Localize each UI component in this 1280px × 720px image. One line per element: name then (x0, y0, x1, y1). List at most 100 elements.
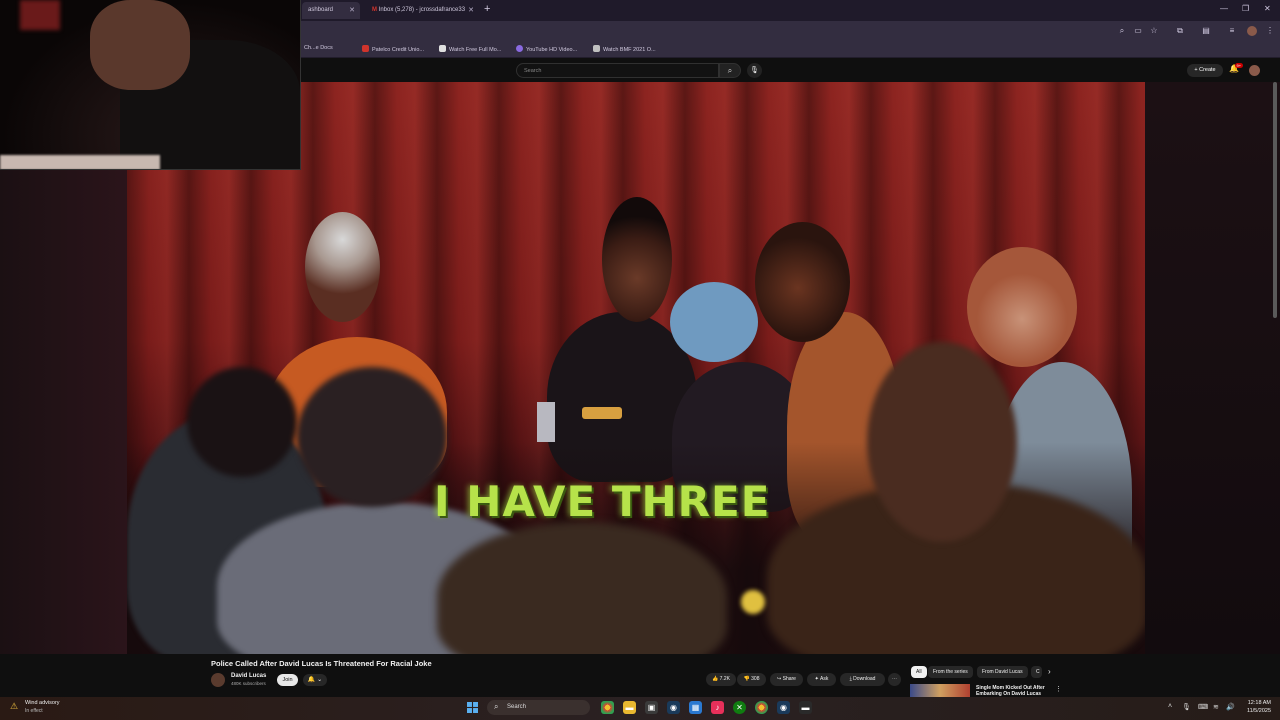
chevron-down-icon: ⌄ (317, 677, 323, 683)
like-button[interactable]: 👍 7.2K (706, 673, 736, 686)
recommendation-thumbnail[interactable] (910, 684, 970, 697)
video-caption-text: I HAVE THREE (434, 477, 771, 526)
new-tab-button[interactable]: + (484, 3, 490, 15)
video-light-bokeh (741, 590, 765, 614)
recommendation-menu-icon[interactable]: ⋮ (1055, 685, 1062, 693)
menu-kebab-icon[interactable]: ⋮ (1265, 26, 1275, 36)
app-icon[interactable]: ▬ (799, 701, 812, 714)
subscribe-bell-button[interactable]: 🔔 ⌄ (303, 674, 327, 686)
bank-icon (362, 45, 369, 52)
file-explorer-icon[interactable]: ▬ (623, 701, 636, 714)
channel-name[interactable]: David Lucas (231, 673, 266, 679)
scrollbar[interactable] (1273, 82, 1277, 318)
weather-warning-icon[interactable]: ⚠ (10, 701, 18, 712)
wifi-icon[interactable]: ≋ (1213, 703, 1219, 711)
webcam-shirt-print (205, 80, 255, 120)
like-count: 7.2K (719, 676, 730, 682)
webcam-overlay (0, 0, 301, 170)
browser-tab-dashboard[interactable]: ashboard ✕ (302, 2, 360, 19)
bookmark-item[interactable]: Watch Free Full Mo... (439, 45, 501, 53)
browser-tab-inbox[interactable]: M Inbox (5,278) - jcrossdafrance33 ✕ (366, 2, 479, 19)
dislike-count: 308 (751, 676, 760, 682)
microphone-icon[interactable]: 🎙 (747, 63, 762, 78)
microphone-icon[interactable]: 🎙 (1182, 703, 1191, 711)
photos-icon[interactable]: ▦ (689, 701, 702, 714)
xbox-icon[interactable]: ✕ (733, 701, 746, 714)
video-can (537, 402, 555, 442)
bookmark-label: Watch Free Full Mo... (449, 47, 502, 53)
sidebar-panel (1145, 82, 1280, 654)
share-button[interactable]: ↪ Share (770, 673, 803, 686)
dislike-button[interactable]: 👎 308 (737, 673, 766, 686)
recommendation-title[interactable]: Single Mom Kicked Out After Embarking On… (976, 685, 1054, 697)
bookmark-label: Ch...e Docs (304, 45, 333, 51)
bookmark-label: YouTube HD Video... (526, 47, 578, 53)
search-icon: ⌕ (494, 702, 499, 711)
maximize-button[interactable]: ❐ (1242, 4, 1249, 13)
create-label: Create (1199, 67, 1216, 73)
bookmark-item[interactable]: Watch BMF 2021 O... (593, 45, 656, 53)
chevron-up-icon[interactable]: ˄ (1168, 703, 1172, 710)
weather-title[interactable]: Wind advisory (25, 700, 60, 706)
thumbs-up-icon: 👍 (712, 676, 719, 682)
media-icon[interactable]: ≡ (1227, 26, 1237, 36)
zoom-icon[interactable]: ⌕ (1117, 26, 1127, 36)
sidepanel-icon[interactable]: ▤ (1201, 26, 1211, 36)
gmail-icon: M (372, 7, 377, 13)
bookmark-label: Watch BMF 2021 O... (603, 47, 656, 53)
search-icon[interactable]: ⌕ (719, 63, 741, 78)
ask-button[interactable]: ✦ Ask (807, 673, 836, 686)
chrome-icon[interactable] (755, 701, 768, 714)
taskbar-date[interactable]: 11/5/2025 (1241, 708, 1271, 714)
download-icon: ⤓ (849, 676, 852, 682)
download-button[interactable]: ⤓ Download (840, 673, 885, 686)
store-icon[interactable]: ▣ (645, 701, 658, 714)
taskbar-search-input[interactable]: ⌕ Search (487, 700, 590, 715)
steam-icon[interactable]: ◉ (777, 701, 790, 714)
download-label: Download (853, 676, 876, 682)
video-info-area (0, 654, 1280, 697)
volume-icon[interactable]: 🔊 (1226, 703, 1235, 711)
ask-label: Ask (819, 676, 829, 682)
steam-icon[interactable]: ◉ (667, 701, 680, 714)
create-button[interactable]: + Create (1187, 64, 1223, 77)
channel-avatar[interactable] (211, 673, 225, 687)
video-glass (582, 407, 622, 419)
bookmark-item[interactable]: Ch...e Docs (304, 45, 333, 51)
cast-icon[interactable]: ▭ (1133, 26, 1143, 36)
bookmark-item[interactable]: Patelco Credit Unio... (362, 45, 424, 53)
chip-more[interactable]: C (1031, 666, 1042, 678)
extensions-icon[interactable]: ⧉ (1175, 26, 1185, 36)
video-person-head (755, 222, 850, 342)
chip-all[interactable]: All (911, 666, 927, 678)
webcam-object (20, 0, 60, 30)
chevron-right-icon[interactable]: › (1048, 667, 1051, 676)
chip-from-series[interactable]: From the series (928, 666, 973, 678)
taskbar-search-label: Search (507, 704, 527, 710)
search-input[interactable]: Search (516, 63, 719, 78)
minimize-button[interactable]: — (1220, 4, 1228, 13)
keyboard-icon[interactable]: ⌨ (1198, 703, 1208, 711)
join-button[interactable]: Join (277, 674, 298, 686)
close-icon[interactable]: ✕ (349, 6, 355, 14)
tab-label: ashboard (308, 7, 334, 13)
page-icon (593, 45, 600, 52)
close-window-button[interactable]: ✕ (1264, 4, 1271, 13)
chip-from-channel[interactable]: From David Lucas (977, 666, 1028, 678)
windows-taskbar (0, 697, 1280, 720)
video-person-head (602, 197, 672, 322)
bookmark-item[interactable]: YouTube HD Video... (516, 45, 577, 53)
thumbs-down-icon: 👎 (743, 676, 750, 682)
tab-label: Inbox (5,278) - jcrossdafrance33 (378, 7, 466, 13)
video-audience-head (187, 367, 297, 477)
profile-avatar-icon[interactable] (1247, 26, 1257, 36)
close-icon[interactable]: ✕ (468, 6, 474, 14)
bookmark-star-icon[interactable]: ☆ (1149, 26, 1159, 36)
chrome-icon[interactable] (601, 701, 614, 714)
windows-start-icon[interactable] (467, 702, 478, 713)
more-actions-icon[interactable]: ⋯ (888, 673, 901, 686)
taskbar-time[interactable]: 12:18 AM (1241, 700, 1271, 706)
account-avatar[interactable] (1249, 65, 1260, 76)
video-audience-head (867, 342, 1017, 542)
music-icon[interactable]: ♪ (711, 701, 724, 714)
